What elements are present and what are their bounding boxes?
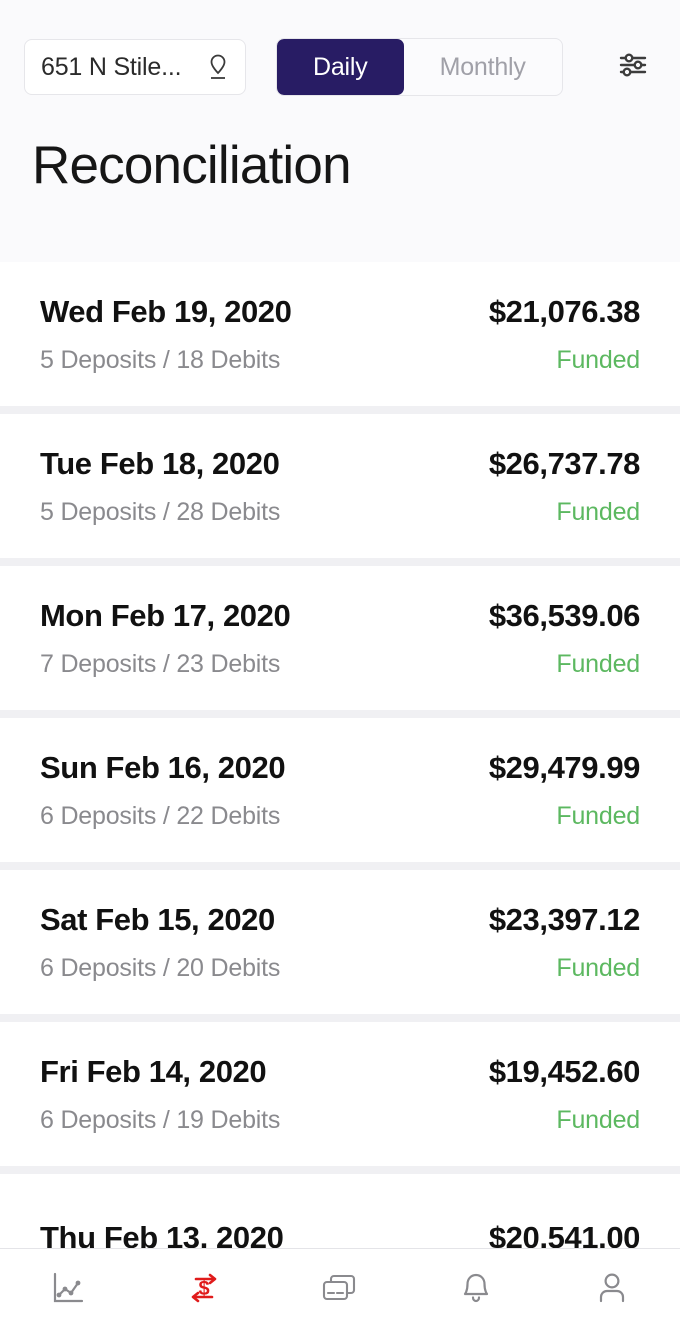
nav-item-analytics[interactable] bbox=[0, 1249, 136, 1332]
row-counts: 7 Deposits / 23 Debits bbox=[40, 649, 281, 678]
row-secondary: 6 Deposits / 22 Debits Funded bbox=[40, 802, 640, 831]
row-secondary: 6 Deposits / 19 Debits Funded bbox=[40, 1106, 640, 1135]
location-selector[interactable]: 651 N Stile... bbox=[24, 39, 246, 95]
row-amount: $20,541.00 bbox=[488, 1220, 641, 1248]
svg-text:$: $ bbox=[198, 1278, 209, 1300]
row-amount: $26,737.78 bbox=[488, 445, 641, 481]
nav-item-profile[interactable] bbox=[544, 1249, 680, 1332]
row-primary: Tue Feb 18, 2020 $26,737.78 bbox=[40, 446, 640, 482]
row-date: Sun Feb 16, 2020 bbox=[40, 749, 286, 785]
row-date: Sat Feb 15, 2020 bbox=[40, 901, 275, 937]
status-badge: Funded bbox=[556, 953, 640, 982]
row-amount: $19,452.60 bbox=[488, 1053, 641, 1089]
nav-item-cards[interactable] bbox=[272, 1249, 408, 1332]
row-secondary: 7 Deposits / 23 Debits Funded bbox=[40, 650, 640, 679]
row-date: Mon Feb 17, 2020 bbox=[40, 597, 291, 633]
page-title: Reconciliation bbox=[32, 136, 352, 195]
row-counts: 6 Deposits / 19 Debits bbox=[40, 1105, 281, 1134]
row-primary: Sat Feb 15, 2020 $23,397.12 bbox=[40, 902, 640, 938]
filter-button[interactable] bbox=[610, 44, 656, 90]
header-toolbar: 651 N Stile... Daily Monthly bbox=[0, 0, 680, 96]
row-primary: Mon Feb 17, 2020 $36,539.06 bbox=[40, 598, 640, 634]
row-date: Wed Feb 19, 2020 bbox=[40, 293, 292, 329]
row-date: Fri Feb 14, 2020 bbox=[40, 1053, 267, 1089]
row-primary: Thu Feb 13, 2020 $20,541.00 bbox=[40, 1220, 640, 1248]
row-amount: $21,076.38 bbox=[488, 293, 641, 329]
row-primary: Wed Feb 19, 2020 $21,076.38 bbox=[40, 294, 640, 330]
status-badge: Funded bbox=[556, 1105, 640, 1134]
nav-item-notifications[interactable] bbox=[408, 1249, 544, 1332]
row-primary: Sun Feb 16, 2020 $29,479.99 bbox=[40, 750, 640, 786]
table-row[interactable]: Wed Feb 19, 2020 $21,076.38 5 Deposits /… bbox=[0, 262, 680, 406]
row-secondary: 6 Deposits / 20 Debits Funded bbox=[40, 954, 640, 983]
tab-monthly[interactable]: Monthly bbox=[404, 39, 562, 95]
bottom-navigation: $ bbox=[0, 1248, 680, 1332]
nav-item-reconciliation[interactable]: $ bbox=[136, 1249, 272, 1332]
table-row[interactable]: Sun Feb 16, 2020 $29,479.99 6 Deposits /… bbox=[0, 718, 680, 862]
status-badge: Funded bbox=[556, 345, 640, 374]
row-primary: Fri Feb 14, 2020 $19,452.60 bbox=[40, 1054, 640, 1090]
table-row[interactable]: Thu Feb 13, 2020 $20,541.00 bbox=[0, 1174, 680, 1248]
row-secondary: 5 Deposits / 28 Debits Funded bbox=[40, 498, 640, 527]
table-row[interactable]: Tue Feb 18, 2020 $26,737.78 5 Deposits /… bbox=[0, 414, 680, 558]
table-row[interactable]: Sat Feb 15, 2020 $23,397.12 6 Deposits /… bbox=[0, 870, 680, 1014]
row-secondary: 5 Deposits / 18 Debits Funded bbox=[40, 346, 640, 375]
row-amount: $36,539.06 bbox=[488, 597, 641, 633]
row-date: Tue Feb 18, 2020 bbox=[40, 445, 280, 481]
row-counts: 6 Deposits / 20 Debits bbox=[40, 953, 281, 982]
dollar-transfer-icon: $ bbox=[186, 1270, 222, 1311]
header: 651 N Stile... Daily Monthly Reconciliat… bbox=[0, 0, 680, 262]
location-label: 651 N Stile... bbox=[41, 52, 182, 81]
line-chart-icon bbox=[51, 1271, 85, 1310]
bell-icon bbox=[460, 1271, 492, 1310]
row-counts: 5 Deposits / 28 Debits bbox=[40, 497, 281, 526]
cards-stack-icon bbox=[321, 1271, 359, 1310]
map-pin-icon bbox=[207, 53, 229, 81]
period-toggle: Daily Monthly bbox=[276, 38, 563, 96]
person-icon bbox=[596, 1271, 628, 1310]
row-date: Thu Feb 13, 2020 bbox=[40, 1220, 284, 1248]
row-counts: 6 Deposits / 22 Debits bbox=[40, 801, 281, 830]
reconciliation-list[interactable]: Wed Feb 19, 2020 $21,076.38 5 Deposits /… bbox=[0, 262, 680, 1248]
status-badge: Funded bbox=[556, 649, 640, 678]
tab-daily[interactable]: Daily bbox=[277, 39, 404, 95]
row-counts: 5 Deposits / 18 Debits bbox=[40, 345, 281, 374]
table-row[interactable]: Fri Feb 14, 2020 $19,452.60 6 Deposits /… bbox=[0, 1022, 680, 1166]
row-amount: $23,397.12 bbox=[488, 901, 641, 937]
row-amount: $29,479.99 bbox=[488, 749, 641, 785]
table-row[interactable]: Mon Feb 17, 2020 $36,539.06 7 Deposits /… bbox=[0, 566, 680, 710]
status-badge: Funded bbox=[556, 801, 640, 830]
status-badge: Funded bbox=[556, 497, 640, 526]
sliders-filter-icon bbox=[618, 50, 648, 85]
app-screen: 651 N Stile... Daily Monthly Reconciliat… bbox=[0, 0, 680, 1332]
